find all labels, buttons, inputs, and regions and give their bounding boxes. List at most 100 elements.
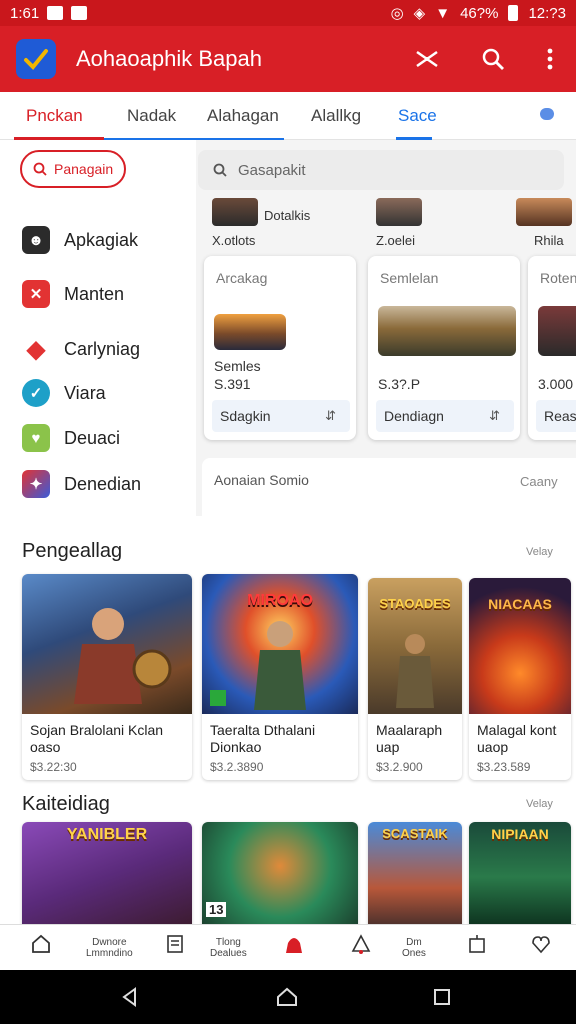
top-item-label: Dotalkis [264, 208, 311, 223]
status-bar: 1:61 ◎ ◈ ▼ 46?% 12:?3 [0, 0, 576, 26]
thumbnail[interactable] [376, 198, 422, 226]
section-more-link[interactable]: Velay [526, 546, 553, 558]
game-art: STAOADES [368, 578, 462, 714]
bottom-nav-label: Tlong [215, 937, 241, 948]
strip-action[interactable]: Caany [520, 474, 558, 489]
game-card[interactable]: NIPIAAN [469, 822, 571, 926]
offer-button[interactable]: Reas [536, 400, 576, 432]
tab-bar: Pnckan Nadak Alahagan Alallkg Sace [0, 92, 576, 140]
game-card[interactable]: STAOADES Maalaraph uap $3.2.900 [368, 578, 462, 780]
main-panel: Gasapakit Dotalkis X.otlots Z.oelei Rhil… [196, 140, 576, 516]
bottom-nav-item[interactable] [164, 933, 186, 955]
sidebar-item-label: Carlyniag [64, 338, 141, 359]
bottom-nav-item-active[interactable] [282, 933, 306, 959]
sidebar-item-apkagiak[interactable]: ☻ Apkagiak [22, 226, 138, 254]
dog-icon: ☻ [22, 226, 50, 254]
bottom-nav-item[interactable]: Tlong Dealues [210, 937, 247, 959]
sidebar-item-deuaci[interactable]: ♥ Deuaci [22, 424, 120, 452]
offer-card[interactable]: Roten 3.000 Reas [528, 256, 576, 440]
offer-heading: Semlelan [380, 270, 439, 286]
game-price: $3.23.589 [477, 760, 531, 774]
check-circle-icon: ✓ [22, 379, 50, 407]
game-art: SCASTAIK [368, 822, 462, 926]
section-more-link[interactable]: Velay [526, 798, 553, 810]
game-card[interactable]: MIROAO Taeralta Dthalani Dionkao $3.2.389… [202, 574, 358, 780]
recents-icon[interactable] [433, 988, 451, 1006]
sidebar-item-label: Deuaci [64, 427, 121, 448]
offer-button[interactable]: Dendiagn ⇵ [376, 400, 514, 432]
tab-pnckan[interactable]: Pnckan [26, 106, 83, 126]
game-icon: ✦ [22, 470, 50, 498]
bottom-nav-item[interactable]: Dm Ones [402, 937, 426, 959]
sort-icon: ⇵ [489, 408, 500, 423]
sidebar-item-denedian[interactable]: ✦ Denedian [22, 470, 141, 498]
game-art: YANIBLER [22, 822, 192, 926]
alarm-icon: ◎ [390, 5, 404, 22]
bell-icon [286, 938, 302, 953]
game-name: Maalaraph uap [376, 722, 443, 755]
game-card[interactable]: 13 [202, 822, 358, 926]
search-icon [213, 163, 227, 177]
offer-button-label: Sdagkin [220, 408, 271, 424]
bottom-nav-label: Lmmndino [86, 948, 133, 959]
bottom-nav-label: Dwnore [92, 937, 127, 948]
filter-button[interactable]: Panagain [20, 150, 126, 188]
bottom-nav-item[interactable] [350, 933, 372, 955]
box-icon [469, 935, 485, 953]
info-strip[interactable]: Aonaian Somio Caany [202, 458, 576, 516]
sidebar-item-carlyniag[interactable]: ◆ Carlyniag [22, 335, 140, 363]
app-logo-icon [16, 39, 56, 79]
sidebar-item-label: Denedian [64, 473, 142, 494]
search-icon[interactable] [480, 46, 506, 72]
tag-icon: ◆ [26, 335, 46, 363]
sidebar-item-manten[interactable]: ✕ Manten [22, 280, 124, 308]
top-item-sub: Z.oelei [376, 233, 416, 248]
sidebar-item-viara[interactable]: ✓ Viara [22, 379, 106, 407]
bottom-nav-item[interactable] [530, 933, 552, 955]
search-input[interactable]: Gasapakit [198, 150, 564, 190]
sort-icon: ⇵ [325, 408, 336, 423]
shuffle-icon[interactable] [414, 46, 440, 72]
bottom-nav-item[interactable]: Dwnore Lmmndino [86, 937, 133, 959]
sidebar: Panagain ☻ Apkagiak ✕ Manten ◆ Carlyniag… [0, 140, 196, 516]
game-art: NIACAAS [469, 578, 571, 714]
game-art: 13 [202, 822, 358, 926]
strip-label: Aonaian Somio [214, 472, 309, 488]
game-card[interactable]: SCASTAIK [368, 822, 462, 926]
game-card[interactable]: NIACAAS Malagal kont uaop $3.23.589 [469, 578, 571, 780]
tab-overflow-icon[interactable] [540, 108, 554, 120]
section-title: Kaiteidiag [22, 793, 110, 815]
game-card[interactable]: YANIBLER [22, 822, 192, 926]
battery-text: 46?% [460, 4, 499, 22]
shield-icon: ◈ [413, 5, 426, 22]
bottom-nav-label: Ones [402, 948, 426, 959]
search-icon [33, 162, 47, 176]
tab-nadak[interactable]: Nadak [127, 106, 176, 126]
bottom-nav-label: Dealues [210, 948, 247, 959]
tab-alahagan[interactable]: Alahagan [207, 106, 279, 126]
home-nav-icon[interactable] [276, 987, 298, 1007]
offer-heading: Roten [540, 270, 576, 286]
offer-card[interactable]: Semlelan S.3?.P Dendiagn ⇵ [368, 256, 520, 440]
bottom-nav-item[interactable] [466, 933, 488, 955]
bottom-nav-home[interactable] [30, 933, 52, 955]
thumbnail[interactable] [212, 198, 258, 226]
game-card[interactable]: Sojan Bralolani Kclan oaso $3.22:30 [22, 574, 192, 780]
game-price: $3.2.3890 [210, 760, 264, 774]
thumbnail[interactable] [516, 198, 572, 226]
game-name: Malagal kont uaop [477, 722, 557, 755]
offer-button-label: Dendiagn [384, 408, 444, 424]
tab-sace[interactable]: Sace [398, 106, 437, 126]
back-icon[interactable] [120, 987, 140, 1007]
heart-icon: ♥ [22, 424, 50, 452]
offer-name: Semles [214, 358, 261, 374]
offer-button[interactable]: Sdagkin ⇵ [212, 400, 350, 432]
offer-card[interactable]: Arcakag Semles S.391 Sdagkin ⇵ [204, 256, 356, 440]
wifi-icon: ▼ [435, 4, 451, 22]
game-name: Taeralta Dthalani Dionkao [210, 722, 316, 755]
system-navigation-bar [0, 970, 576, 1024]
tab-alallkg[interactable]: Alallkg [311, 106, 361, 126]
more-vert-icon[interactable] [546, 47, 554, 71]
game-art-title: NIPIAAN [491, 826, 549, 842]
game-art-title: YANIBLER [66, 826, 148, 843]
